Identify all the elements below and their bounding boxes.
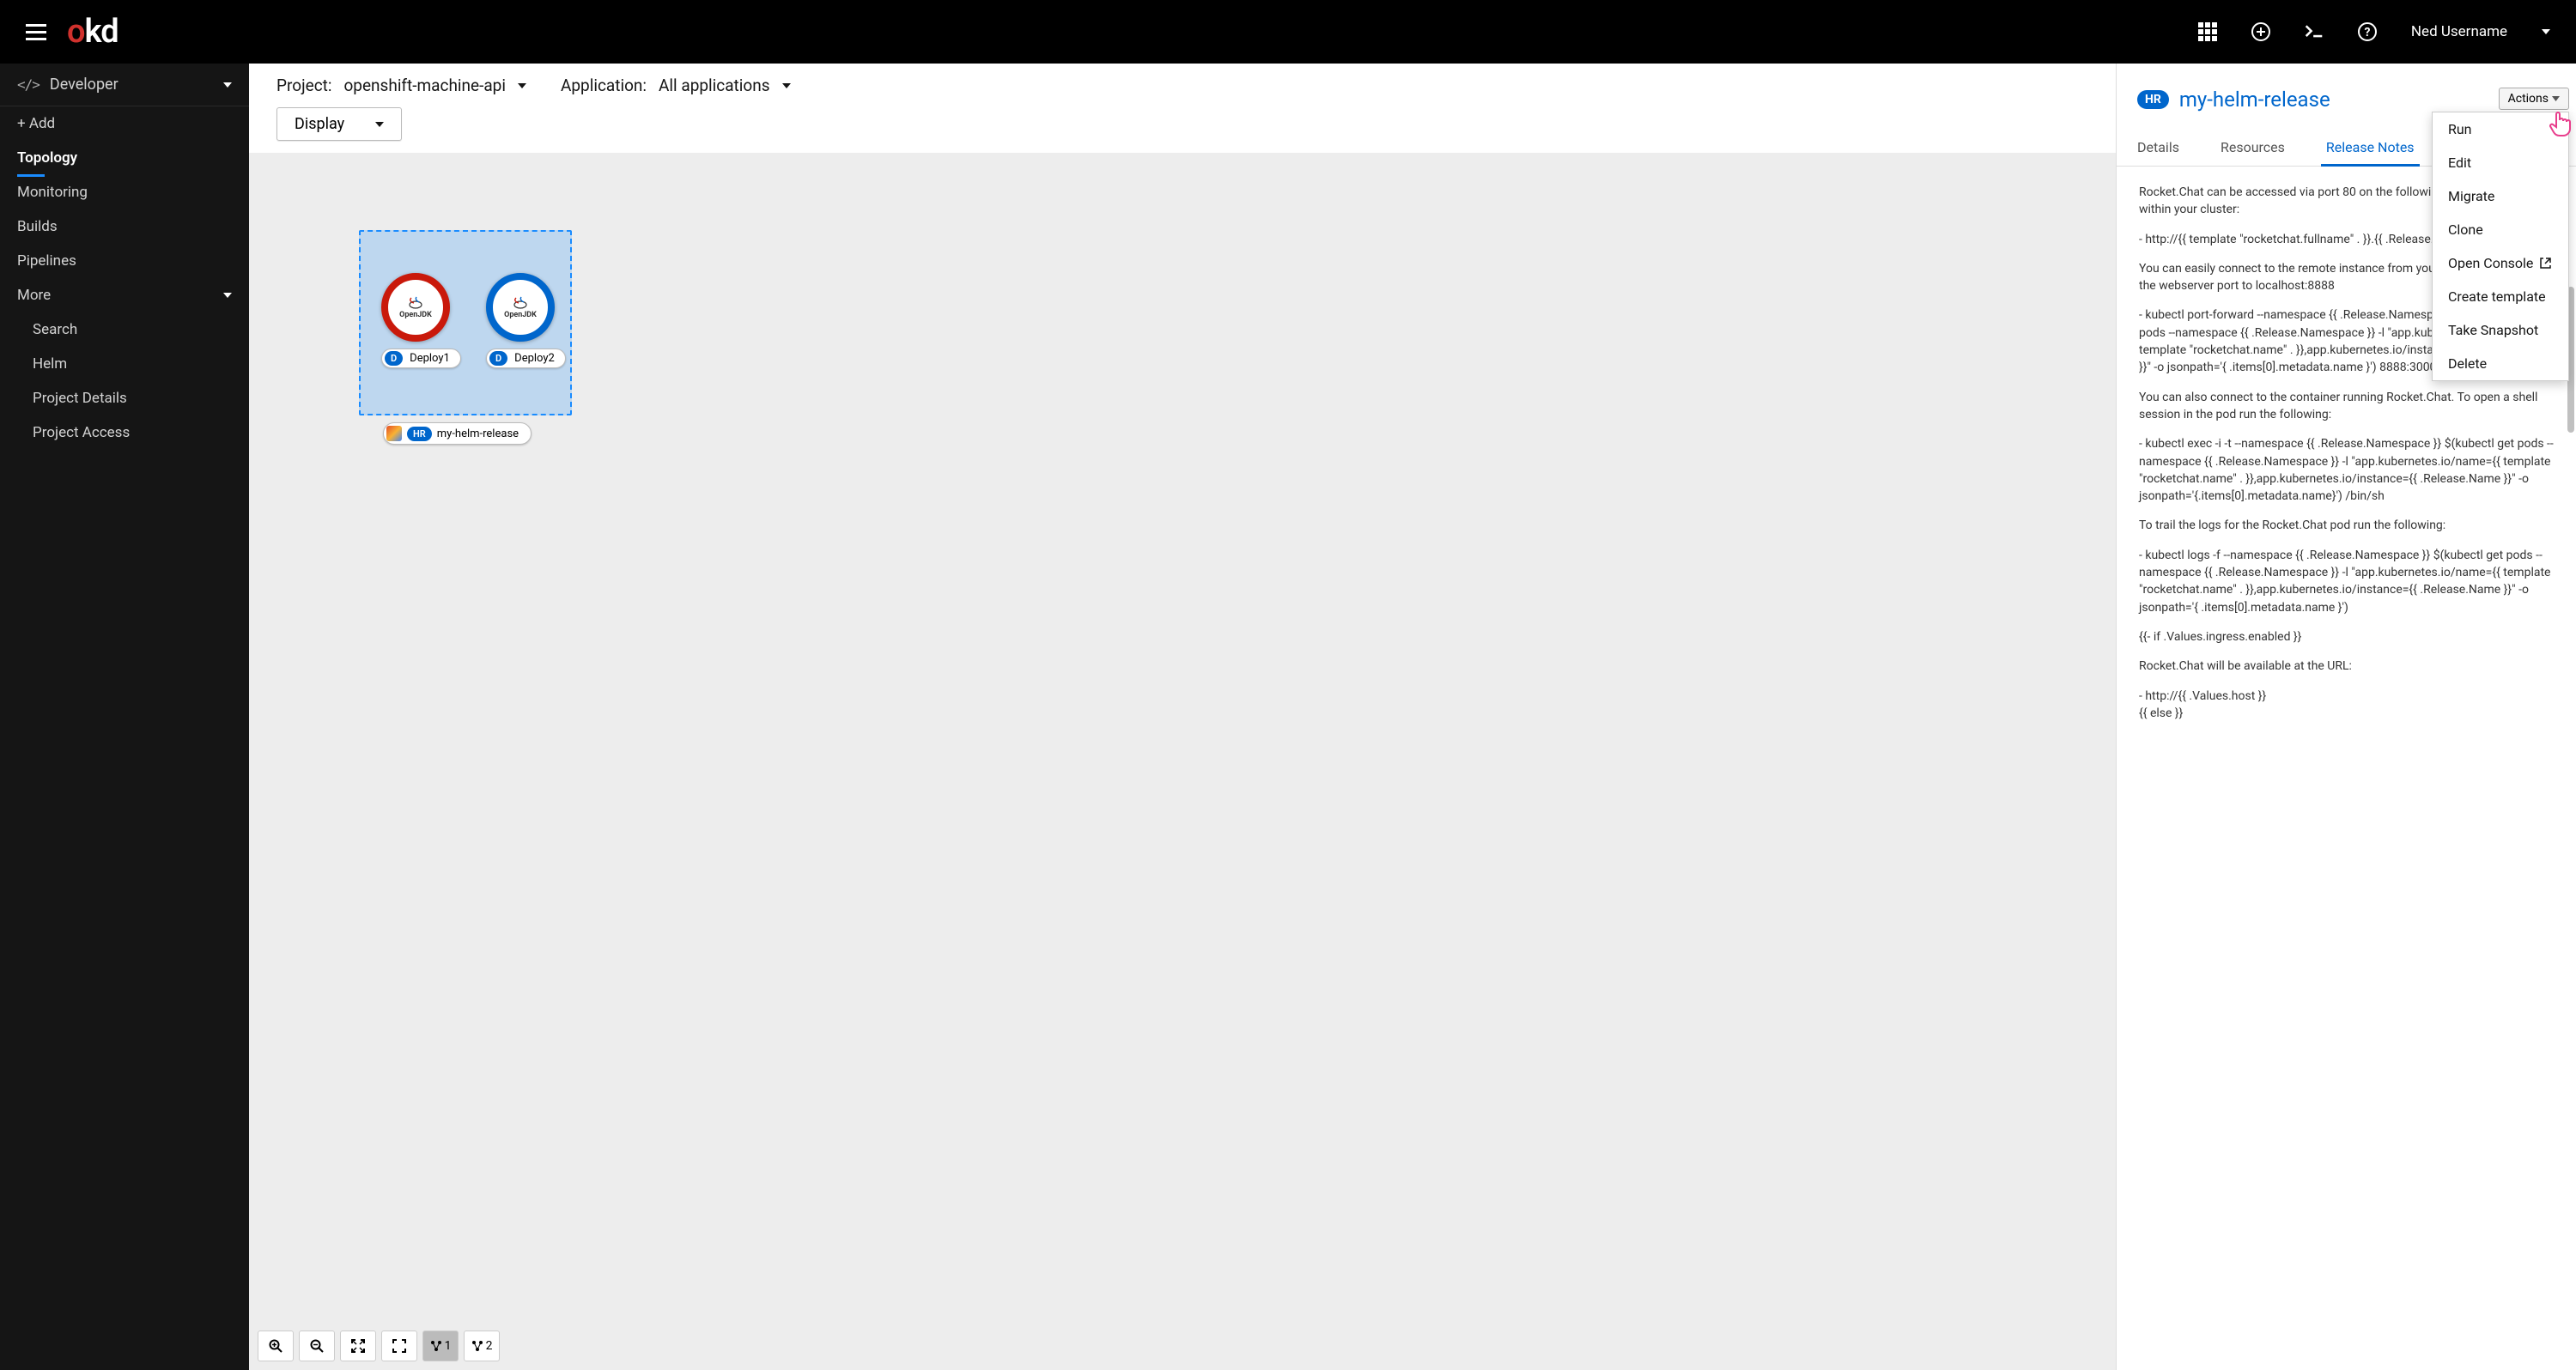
project-label: Project: [276, 76, 331, 95]
actions-dropdown-button[interactable]: Actions [2499, 88, 2569, 110]
display-options-button[interactable]: Display [276, 107, 402, 141]
svg-text:?: ? [2364, 26, 2370, 39]
node-label: Deploy1 [410, 352, 450, 365]
sidebar-item-label: More [17, 287, 51, 304]
tab-release-notes[interactable]: Release Notes [2321, 130, 2420, 167]
project-value: openshift-machine-api [343, 76, 506, 95]
node-badge: D Deploy2 [486, 349, 566, 368]
deployment-pill: D [385, 351, 403, 366]
perspective-label: Developer [50, 76, 118, 94]
code-icon: </> [17, 76, 39, 93]
sidebar-item-builds[interactable]: Builds [0, 209, 249, 244]
sidebar-item-monitoring[interactable]: Monitoring [0, 175, 249, 209]
sidebar-sub-search[interactable]: Search [0, 312, 249, 347]
topology-node-deploy1[interactable]: OpenJDK D Deploy1 [381, 273, 461, 368]
details-panel: HR my-helm-release Actions Details Resou… [2117, 64, 2576, 1370]
chevron-down-icon [2552, 96, 2560, 102]
chevron-down-icon [2542, 29, 2550, 34]
action-clone[interactable]: Clone [2433, 213, 2568, 246]
perspective-switcher[interactable]: </> Developer [0, 64, 249, 106]
hamburger-menu-icon[interactable] [26, 24, 46, 40]
application-selector[interactable]: Application: All applications [561, 76, 791, 95]
topology-canvas[interactable]: OpenJDK D Deploy1 OpenJDK D De [249, 153, 2116, 1370]
user-menu[interactable]: Ned Username [2411, 23, 2550, 40]
tab-resources[interactable]: Resources [2215, 130, 2290, 166]
panel-title: HR my-helm-release [2137, 88, 2330, 112]
top-bar: okd ? Ned Username [0, 0, 2576, 64]
svg-text:OpenJDK: OpenJDK [504, 311, 537, 319]
notes-line: - http://{{ .Values.host }} {{ else }} [2139, 688, 2554, 723]
tab-details[interactable]: Details [2132, 130, 2184, 166]
sidebar-item-topology[interactable]: Topology [0, 141, 249, 175]
sidebar-sub-project-access[interactable]: Project Access [0, 415, 249, 450]
resource-name: my-helm-release [2179, 88, 2330, 112]
sidebar-item-pipelines[interactable]: Pipelines [0, 244, 249, 278]
action-run[interactable]: Run [2433, 112, 2568, 146]
project-selector[interactable]: Project: openshift-machine-api [276, 76, 526, 95]
topology-node-deploy2[interactable]: OpenJDK D Deploy2 [486, 273, 566, 368]
notes-line: {{- if .Values.ingress.enabled }} [2139, 628, 2554, 646]
layout-index: 2 [486, 1339, 493, 1353]
notes-line: - kubectl exec -i -t --namespace {{ .Rel… [2139, 435, 2554, 505]
app-label: Application: [561, 76, 647, 95]
app-value: All applications [659, 76, 770, 95]
node-badge: D Deploy1 [381, 349, 461, 368]
chevron-down-icon [782, 83, 791, 88]
chevron-down-icon [518, 83, 526, 88]
actions-menu: Run Edit Migrate Clone Open Console Crea… [2432, 112, 2569, 381]
logo-o: o [67, 13, 85, 51]
node-label: Deploy2 [514, 352, 555, 365]
context-toolbar: Project: openshift-machine-api Applicati… [249, 64, 2116, 107]
svg-text:OpenJDK: OpenJDK [399, 311, 432, 319]
action-migrate[interactable]: Migrate [2433, 179, 2568, 213]
notes-line: - kubectl logs -f --namespace {{ .Releas… [2139, 547, 2554, 616]
layout-2-button[interactable]: 2 [464, 1331, 500, 1361]
help-icon[interactable]: ? [2358, 22, 2377, 41]
action-delete[interactable]: Delete [2433, 347, 2568, 380]
sidebar-item-add[interactable]: + Add [0, 106, 249, 141]
reset-view-button[interactable] [381, 1331, 417, 1361]
helm-icon [386, 426, 402, 441]
fit-to-screen-button[interactable] [340, 1331, 376, 1361]
action-open-console[interactable]: Open Console [2433, 246, 2568, 280]
sidebar-item-more[interactable]: More [0, 278, 249, 312]
zoom-in-button[interactable] [258, 1331, 294, 1361]
helm-release-group[interactable]: OpenJDK D Deploy1 OpenJDK D De [359, 230, 572, 415]
zoom-out-button[interactable] [299, 1331, 335, 1361]
okd-logo: okd [67, 13, 118, 51]
actions-label: Actions [2508, 92, 2549, 106]
display-label: Display [295, 115, 344, 133]
notes-line: Rocket.Chat will be available at the URL… [2139, 658, 2554, 675]
action-take-snapshot[interactable]: Take Snapshot [2433, 313, 2568, 347]
hr-badge: HR [2137, 90, 2169, 109]
chevron-down-icon [223, 82, 232, 88]
plus-circle-icon[interactable] [2251, 22, 2270, 41]
action-create-template[interactable]: Create template [2433, 280, 2568, 313]
sidebar-sub-helm[interactable]: Helm [0, 347, 249, 381]
helm-release-label[interactable]: HR my-helm-release [383, 422, 532, 445]
external-link-icon [2540, 258, 2551, 269]
node-ring: OpenJDK [486, 273, 555, 342]
notes-line: To trail the logs for the Rocket.Chat po… [2139, 517, 2554, 534]
terminal-icon[interactable] [2305, 22, 2324, 41]
layout-index: 1 [445, 1339, 452, 1353]
apps-grid-icon[interactable] [2198, 22, 2217, 41]
node-ring: OpenJDK [381, 273, 450, 342]
deployment-pill: D [489, 351, 507, 366]
chevron-down-icon [375, 122, 384, 127]
layout-1-button[interactable]: 1 [422, 1331, 459, 1361]
hr-pill: HR [407, 427, 432, 441]
helm-release-name: my-helm-release [437, 427, 519, 440]
logo-kd: kd [85, 13, 118, 51]
notes-line: You can also connect to the container ru… [2139, 389, 2554, 424]
action-edit[interactable]: Edit [2433, 146, 2568, 179]
username-label: Ned Username [2411, 23, 2507, 40]
openjdk-icon: OpenJDK [499, 286, 542, 329]
zoom-controls: 1 2 [258, 1331, 500, 1361]
openjdk-icon: OpenJDK [394, 286, 437, 329]
chevron-down-icon [223, 293, 232, 298]
sidebar-sub-project-details[interactable]: Project Details [0, 381, 249, 415]
sidebar: </> Developer + Add Topology Monitoring … [0, 64, 249, 1370]
